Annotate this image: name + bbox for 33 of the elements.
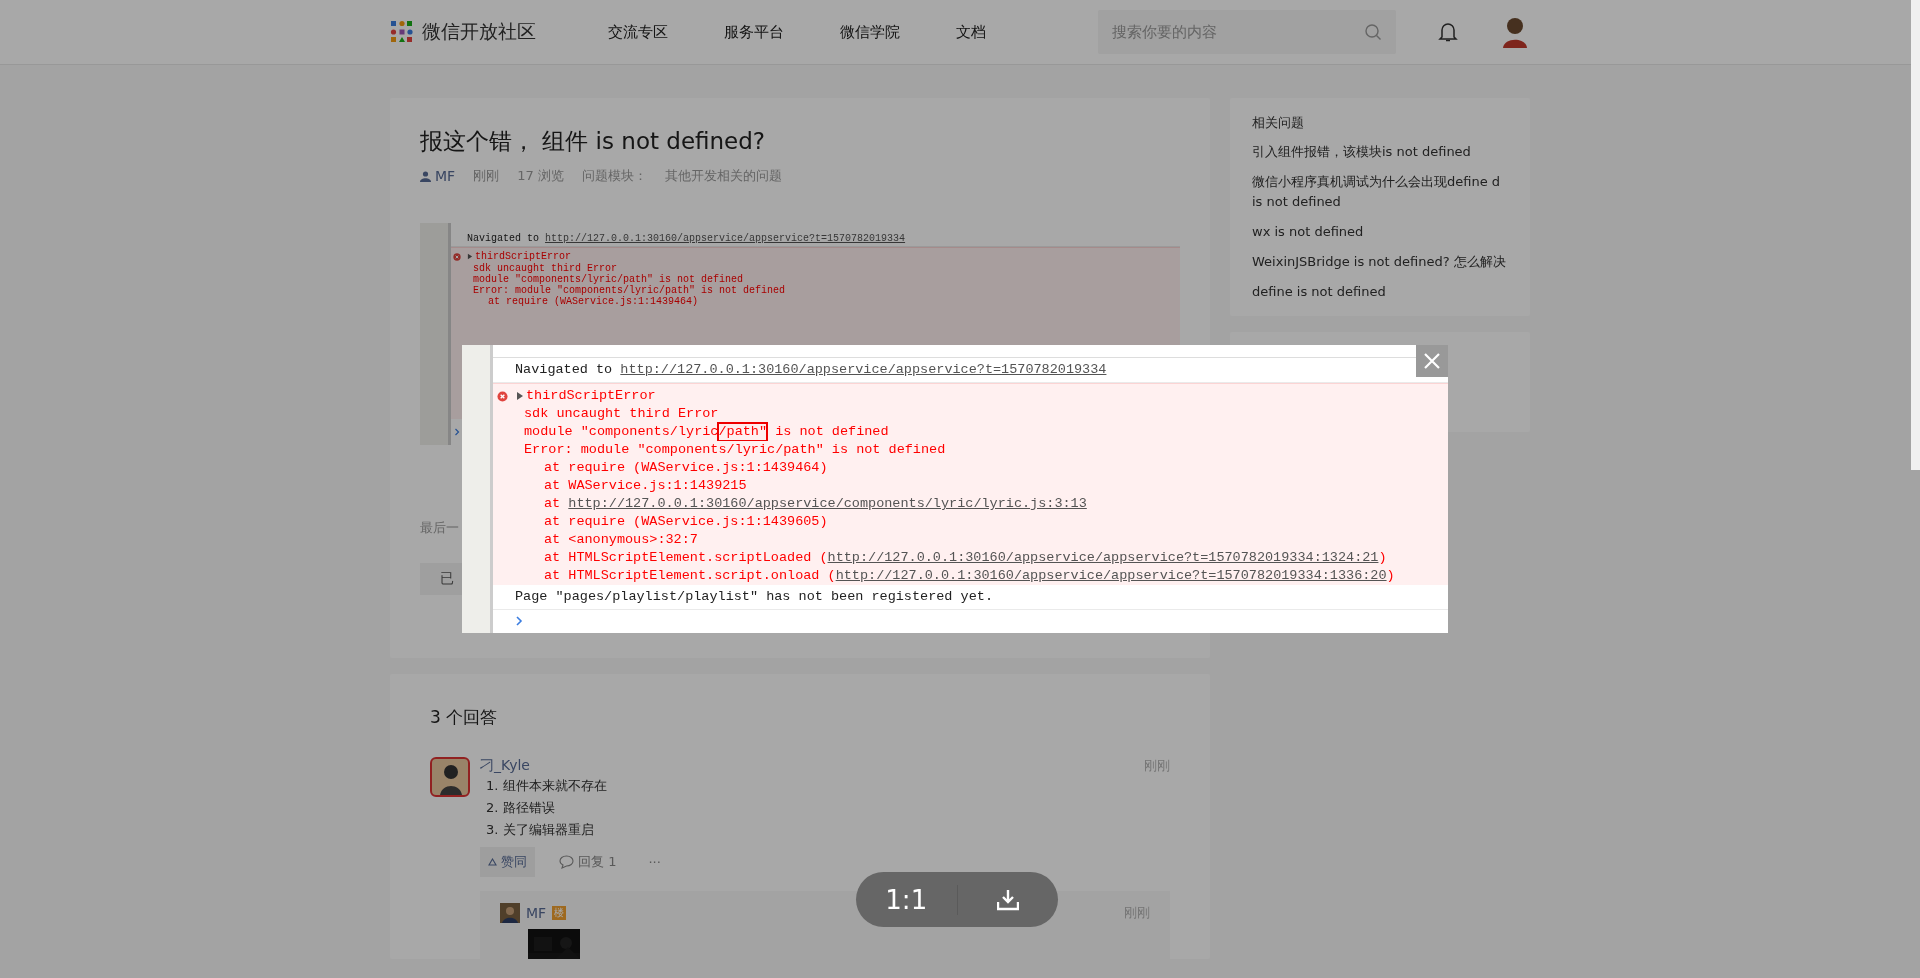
console-text: module "components/lyric: [524, 423, 719, 441]
answer-text: 3. 关了编辑器重启: [486, 821, 595, 839]
console-text: at <anonymous>:32:7: [544, 531, 698, 549]
console-text: sdk uncaught third Error: [473, 262, 618, 274]
console-text: Error: module "components/lyric/path" is not defined: [473, 285, 786, 297]
answer-text: 2. 路径错误: [486, 799, 556, 817]
console-text: at WAService.js:1:1439215: [544, 477, 747, 495]
console-text: Navigated to: [515, 361, 614, 379]
post-time: 刚刚: [473, 167, 500, 185]
console-text: module "components/lyric/path" is not defined: [473, 273, 744, 286]
console-text: at: [544, 495, 562, 513]
console-text: Error: module "components/lyric/path" is not defined: [524, 441, 946, 459]
console-text: ): [1386, 567, 1395, 585]
answer-text: 1. 组件本来就不存在: [486, 777, 608, 795]
answer-count: 3 个回答: [430, 706, 499, 729]
highlighted-text: /path": [718, 423, 768, 441]
console-text: at require (WAService.js:1:1439464): [544, 459, 828, 477]
console-text: Navigated to: [467, 233, 540, 245]
console-text: ): [1378, 549, 1387, 567]
panel-title: 相关问题: [1252, 114, 1305, 132]
console-text: at HTMLScriptElement.script.onload (: [544, 567, 836, 585]
console-text: thirdScriptError: [526, 387, 656, 405]
console-text: at require (WAService.js:1:1439464): [488, 296, 699, 308]
console-text: at HTMLScriptElement.scriptLoaded (: [544, 549, 828, 567]
console-text: at require (WAService.js:1:1439605): [544, 513, 828, 531]
view-count: 17 浏览: [517, 167, 564, 185]
console-text: thirdScriptError: [475, 251, 571, 263]
floor-badge: 楼: [552, 906, 567, 920]
console-text: Page "pages/playlist/playlist" has not been registered yet.: [515, 588, 993, 606]
console-text: is not defined: [774, 423, 889, 441]
question-title: 报这个错， 组件 is not defined?: [420, 127, 767, 156]
module-label: 问题模块：: [581, 167, 647, 185]
console-text: sdk uncaught third Error: [524, 405, 719, 423]
